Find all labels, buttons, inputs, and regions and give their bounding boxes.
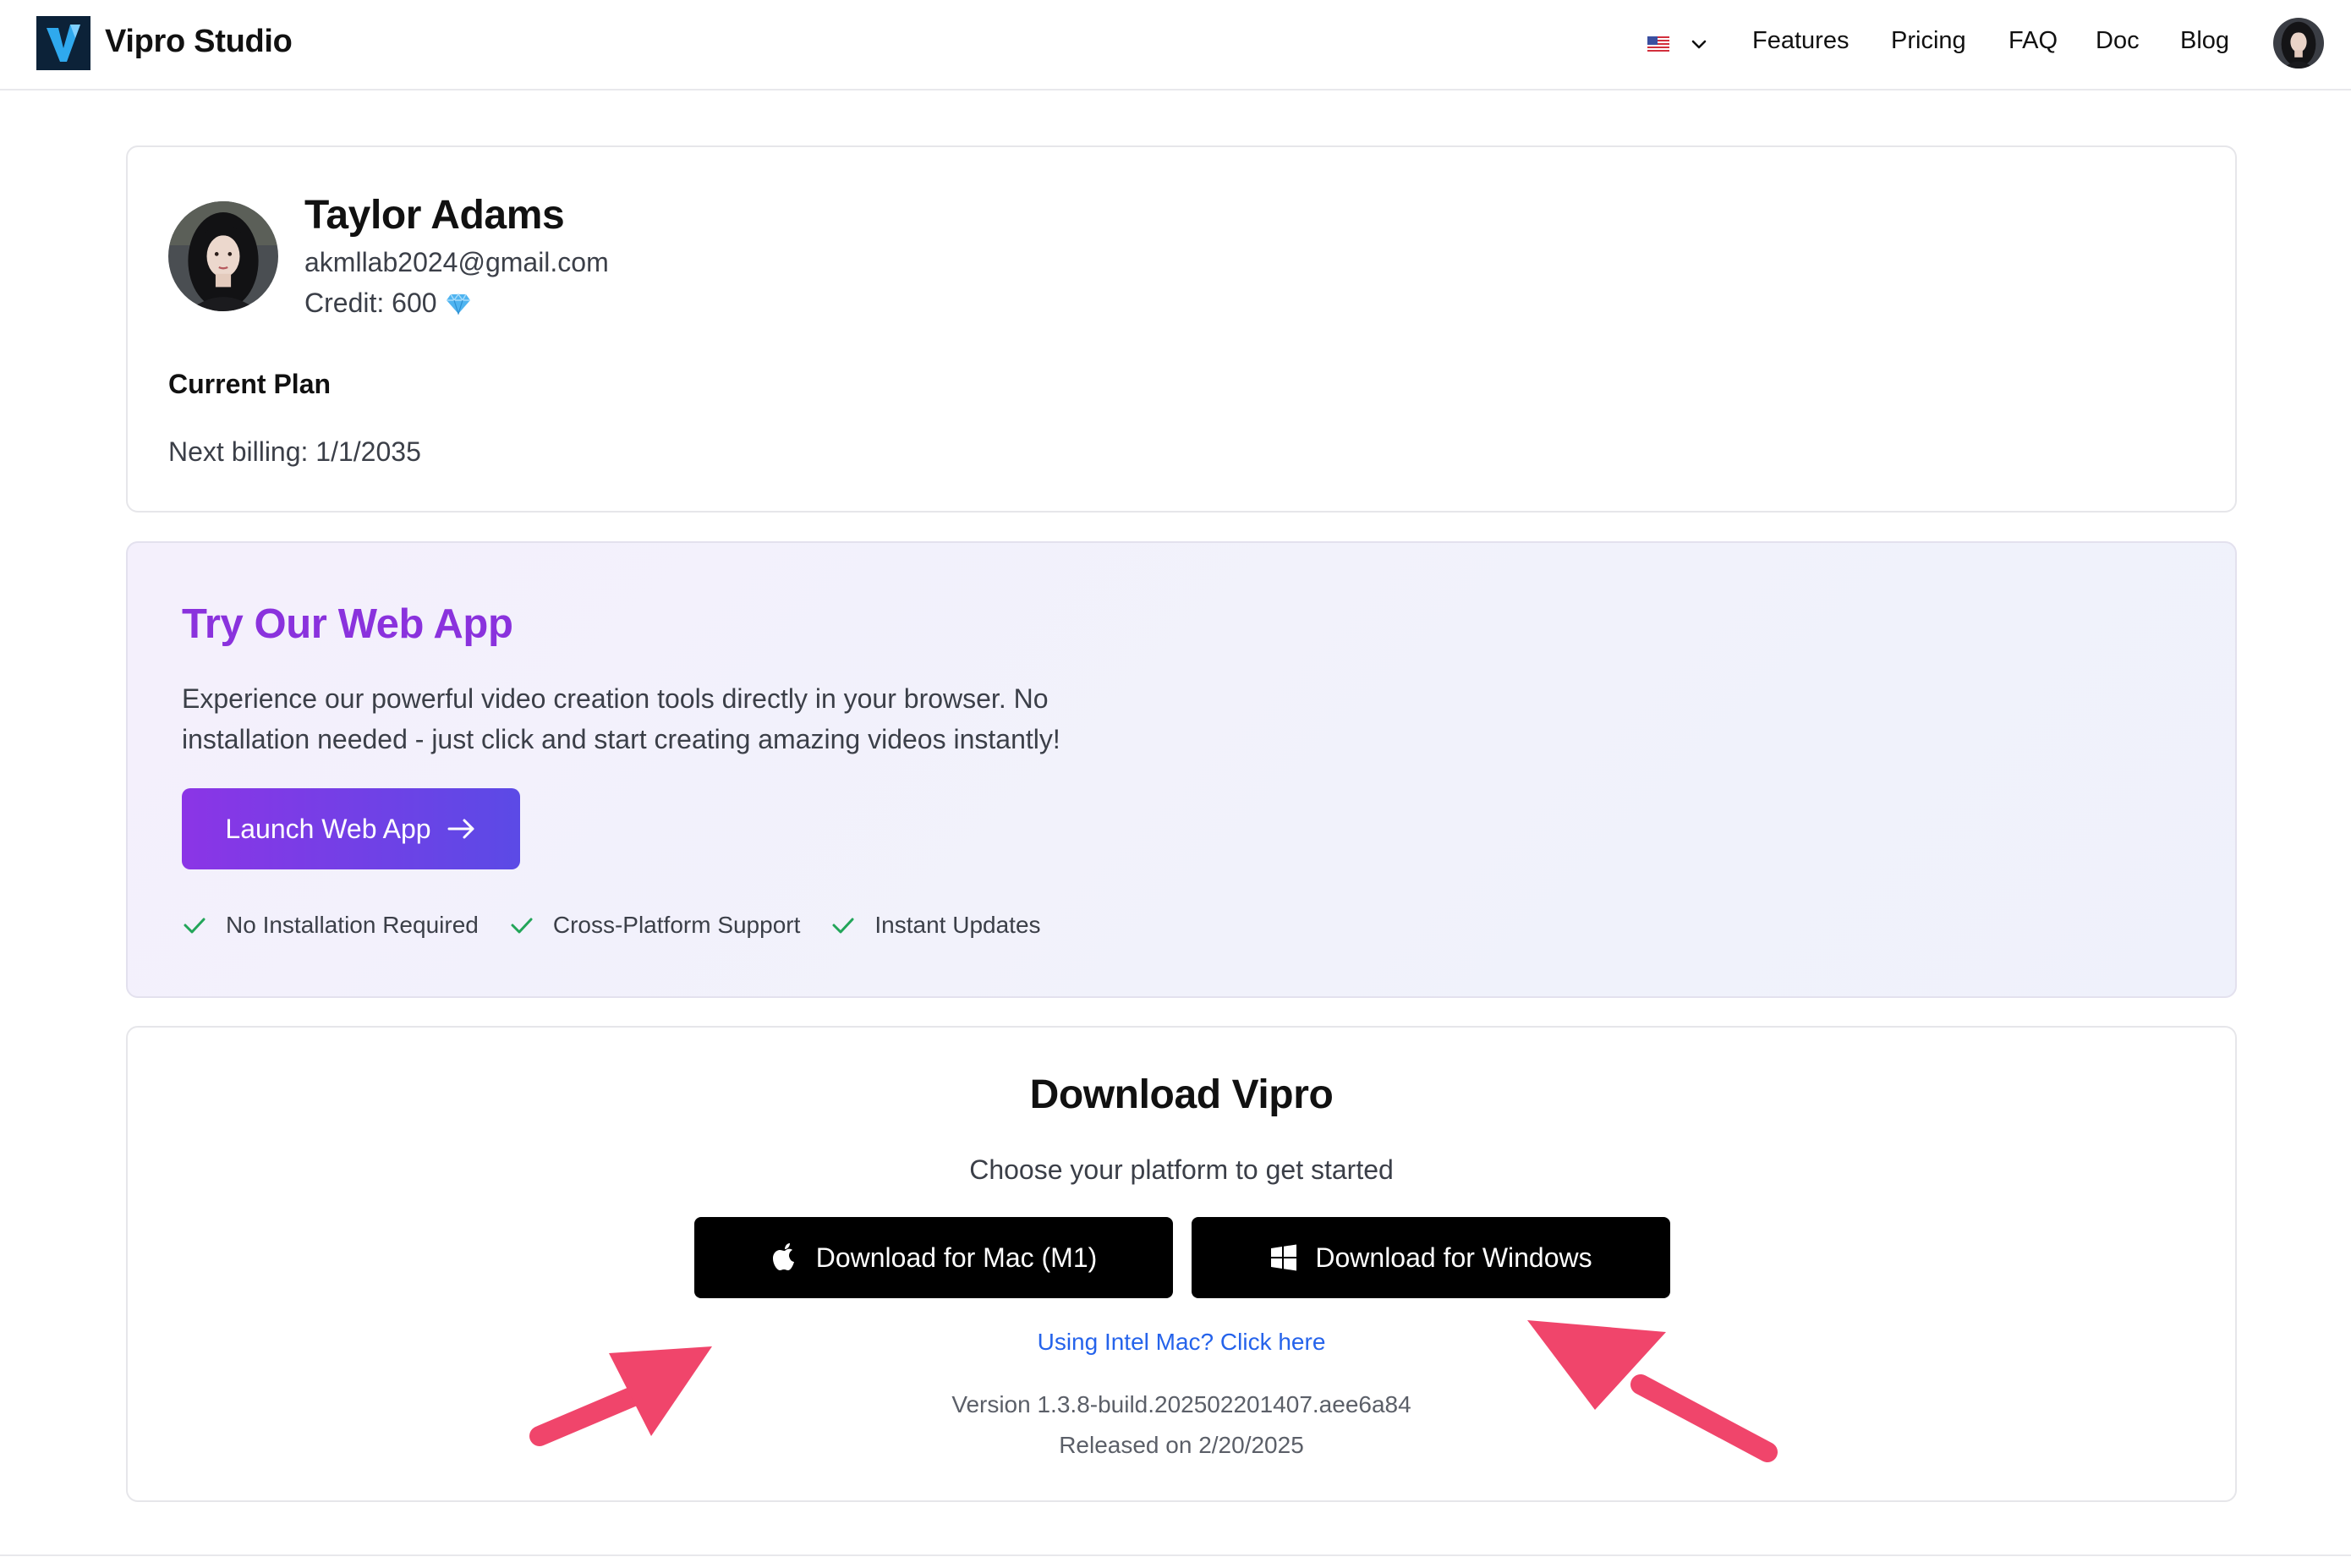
user-avatar[interactable] bbox=[2273, 18, 2324, 69]
diamond-icon bbox=[446, 293, 470, 315]
current-plan-heading: Current Plan bbox=[168, 369, 332, 399]
download-mac-button[interactable]: Download for Mac (M1) bbox=[694, 1217, 1173, 1298]
user-email: akmllab2024@gmail.com bbox=[304, 247, 609, 277]
check-icon bbox=[511, 918, 533, 934]
launch-web-app-label: Launch Web App bbox=[225, 813, 431, 844]
annotation-arrow-icon bbox=[1527, 1320, 1778, 1462]
web-app-description: Experience our powerful video creation t… bbox=[182, 683, 1060, 754]
nav-features[interactable]: Features bbox=[1752, 27, 1849, 55]
user-name: Taylor Adams bbox=[304, 193, 565, 238]
brand-name[interactable]: Vipro Studio bbox=[105, 24, 293, 60]
download-windows-button[interactable]: Download for Windows bbox=[1192, 1217, 1670, 1298]
web-app-title: Try Our Web App bbox=[182, 601, 513, 647]
language-selector[interactable] bbox=[1647, 29, 1710, 59]
web-app-promo-card: Try Our Web App Experience our powerful … bbox=[126, 541, 2237, 998]
version-text: Version 1.3.8-build.202502201407.aee6a84 bbox=[951, 1391, 1411, 1417]
footer-divider bbox=[0, 1554, 2351, 1556]
nav-doc[interactable]: Doc bbox=[2096, 27, 2140, 55]
chevron-down-icon bbox=[1691, 40, 1707, 49]
download-card: Download Vipro Choose your platform to g… bbox=[126, 1026, 2237, 1502]
nav-blog[interactable]: Blog bbox=[2180, 27, 2229, 55]
feature-item: Cross-Platform Support bbox=[509, 912, 801, 939]
download-mac-label: Download for Mac (M1) bbox=[815, 1242, 1098, 1273]
credit-label: Credit: 600 bbox=[304, 288, 437, 318]
profile-avatar bbox=[168, 201, 278, 311]
next-billing-date: Next billing: 1/1/2035 bbox=[168, 436, 421, 467]
download-windows-label: Download for Windows bbox=[1315, 1242, 1592, 1273]
feature-item: No Installation Required bbox=[182, 912, 479, 939]
feature-label: Cross-Platform Support bbox=[552, 912, 801, 938]
download-title: Download Vipro bbox=[1029, 1072, 1334, 1117]
arrow-right-icon bbox=[447, 819, 474, 839]
apple-icon bbox=[772, 1243, 794, 1270]
windows-icon bbox=[1271, 1244, 1297, 1271]
download-subtitle: Choose your platform to get started bbox=[969, 1154, 1394, 1185]
top-nav-bar: Vipro Studio Features Pricing FAQ Doc Bl… bbox=[0, 0, 2351, 90]
check-icon bbox=[184, 918, 206, 934]
feature-label: No Installation Required bbox=[226, 912, 479, 938]
nav-pricing[interactable]: Pricing bbox=[1891, 27, 1966, 55]
web-app-features: No Installation Required Cross-Platform … bbox=[182, 908, 1071, 942]
feature-label: Instant Updates bbox=[874, 912, 1041, 938]
intel-mac-link[interactable]: Using Intel Mac? Click here bbox=[128, 1329, 2235, 1356]
vipro-logo-icon[interactable] bbox=[36, 16, 90, 70]
feature-item: Instant Updates bbox=[830, 912, 1041, 939]
credit-balance: Credit: 600 bbox=[304, 288, 471, 319]
release-date: Released on 2/20/2025 bbox=[1059, 1432, 1304, 1458]
profile-card: Taylor Adams akmllab2024@gmail.com Credi… bbox=[126, 145, 2237, 513]
annotation-arrow-icon bbox=[529, 1346, 712, 1446]
check-icon bbox=[832, 918, 854, 934]
us-flag-icon bbox=[1647, 36, 1669, 52]
launch-web-app-button[interactable]: Launch Web App bbox=[182, 788, 520, 869]
nav-faq[interactable]: FAQ bbox=[2008, 27, 2058, 55]
